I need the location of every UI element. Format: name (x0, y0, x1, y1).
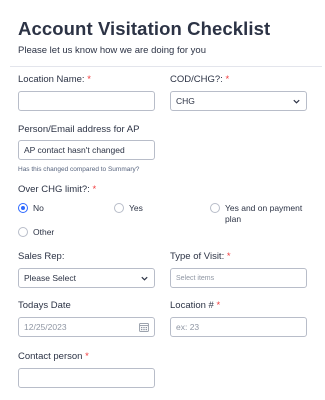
required-marker: * (92, 184, 97, 195)
cod-chg-selected-value: CHG (176, 96, 195, 106)
chevron-down-icon (293, 99, 300, 104)
type-of-visit-multiselect[interactable]: Select items (170, 268, 307, 288)
location-name-label: Location Name: * (18, 74, 91, 85)
cod-chg-label: COD/CHG?: * (170, 74, 230, 85)
required-marker: * (225, 74, 230, 85)
over-chg-limit-label: Over CHG limit?: * (18, 184, 97, 195)
required-marker: * (226, 251, 231, 262)
required-marker: * (87, 74, 91, 85)
header-divider (10, 66, 322, 67)
radio-button-checked[interactable] (18, 203, 28, 213)
radio-label: Yes (129, 203, 143, 213)
radio-option-yes-payment-plan[interactable]: Yes and on payment plan (210, 203, 310, 225)
radio-button[interactable] (18, 227, 28, 237)
sales-rep-selected-value: Please Select (24, 273, 76, 283)
contact-person-label: Contact person * (18, 351, 89, 362)
radio-option-other[interactable]: Other (18, 227, 54, 238)
radio-option-no[interactable]: No (18, 203, 44, 214)
radio-option-yes[interactable]: Yes (114, 203, 143, 214)
sales-rep-select[interactable]: Please Select (18, 268, 155, 288)
ap-contact-input[interactable]: AP contact hasn't changed (18, 140, 155, 160)
required-marker: * (216, 300, 221, 311)
location-number-input[interactable]: ex: 23 (170, 317, 307, 337)
calendar-icon[interactable] (139, 322, 149, 332)
location-number-label: Location # * (170, 300, 221, 311)
todays-date-label: Todays Date (18, 300, 71, 311)
radio-label: Other (33, 227, 55, 237)
todays-date-placeholder: 12/25/2023 (24, 322, 67, 332)
cod-chg-select[interactable]: CHG (170, 91, 307, 111)
contact-person-input[interactable] (18, 368, 155, 388)
radio-button[interactable] (210, 203, 220, 213)
sales-rep-label: Sales Rep: (18, 251, 65, 262)
ap-contact-sublabel: Has this changed compared to Summary? (18, 166, 140, 173)
required-marker: * (85, 351, 89, 362)
radio-label: Yes and on payment plan (225, 203, 303, 224)
form-subtitle: Please let us know how we are doing for … (18, 45, 206, 56)
form-title: Account Visitation Checklist (18, 18, 271, 39)
ap-contact-label: Person/Email address for AP (18, 124, 140, 135)
location-name-input[interactable] (18, 91, 155, 111)
radio-button[interactable] (114, 203, 124, 213)
radio-label: No (33, 203, 44, 213)
form-header: Account Visitation Checklist Please let … (18, 18, 318, 56)
chevron-down-icon (141, 276, 148, 281)
todays-date-input[interactable]: 12/25/2023 (18, 317, 155, 337)
type-of-visit-label: Type of Visit: * (170, 251, 231, 262)
